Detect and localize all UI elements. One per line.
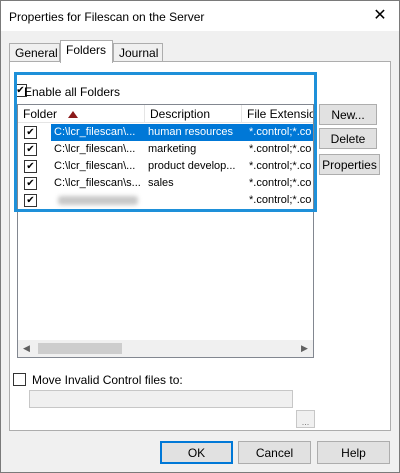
redacted-folder-path [58, 196, 138, 205]
cell-description: marketing [148, 143, 197, 155]
row-checkbox[interactable]: ✔ [24, 126, 37, 139]
column-header-folder[interactable]: Folder [18, 105, 145, 123]
table-row[interactable]: ✔ *.control;*.co [18, 192, 313, 209]
table-row[interactable]: ✔ C:\lcr_filescan\... product develop...… [18, 158, 313, 175]
cell-folder: C:\lcr_filescan\... [54, 126, 136, 138]
cell-extension: *.control;*.co [249, 177, 312, 189]
column-header-folder-label: Folder [23, 107, 58, 121]
sort-ascending-icon [68, 111, 78, 118]
row-checkbox[interactable]: ✔ [24, 194, 37, 207]
new-folder-button[interactable]: New... [319, 104, 377, 125]
window-title: Properties for Filescan on the Server [9, 10, 205, 24]
help-button[interactable]: Help [317, 441, 390, 464]
move-invalid-label: Move Invalid Control files to: [32, 373, 183, 387]
table-row[interactable]: ✔ C:\lcr_filescan\... marketing *.contro… [18, 141, 313, 158]
scroll-left-icon[interactable]: ◀ [18, 340, 35, 357]
row-checkbox[interactable]: ✔ [24, 160, 37, 173]
ok-button[interactable]: OK [160, 441, 233, 464]
close-icon[interactable]: ✕ [365, 3, 395, 27]
cell-folder: C:\lcr_filescan\... [54, 160, 136, 172]
cell-extension: *.control;*.co [249, 160, 312, 172]
tab-journal[interactable]: Journal [113, 43, 163, 61]
enable-all-folders-label: Enable all Folders [24, 85, 121, 99]
tab-folders[interactable]: Folders [60, 40, 113, 63]
cell-extension: *.control;*.co [249, 143, 312, 155]
move-invalid-checkbox[interactable] [13, 373, 26, 386]
row-checkbox[interactable]: ✔ [24, 143, 37, 156]
table-row[interactable]: ✔ C:\lcr_filescan\... human resources *.… [18, 124, 313, 141]
row-checkbox[interactable]: ✔ [24, 177, 37, 190]
horizontal-scrollbar[interactable]: ◀ ▶ [18, 340, 313, 357]
delete-folder-button[interactable]: Delete [319, 128, 377, 149]
folders-list[interactable]: Folder Description File Extension ✔ C:\l… [17, 104, 314, 358]
cancel-button[interactable]: Cancel [238, 441, 311, 464]
column-header-description[interactable]: Description [145, 105, 242, 123]
cell-description: sales [148, 177, 174, 189]
cell-folder: C:\lcr_filescan\... [54, 143, 136, 155]
cell-extension: *.control;*.co [249, 126, 312, 138]
cell-extension: *.control;*.co [249, 194, 312, 206]
folder-properties-button[interactable]: Properties [319, 154, 380, 175]
scroll-right-icon[interactable]: ▶ [296, 340, 313, 357]
scrollbar-thumb[interactable] [38, 343, 122, 354]
column-header-file-extension[interactable]: File Extension [242, 105, 313, 123]
tab-general[interactable]: General [9, 43, 60, 61]
cell-description: product develop... [148, 160, 236, 172]
cell-folder: C:\lcr_filescan\s... [54, 177, 141, 189]
move-invalid-path-input[interactable] [29, 390, 293, 408]
table-row[interactable]: ✔ C:\lcr_filescan\s... sales *.control;*… [18, 175, 313, 192]
title-bar: Properties for Filescan on the Server ✕ [1, 1, 399, 31]
cell-description: human resources [148, 126, 233, 138]
browse-button[interactable]: ... [296, 410, 315, 428]
list-header: Folder Description File Extension [18, 105, 313, 123]
